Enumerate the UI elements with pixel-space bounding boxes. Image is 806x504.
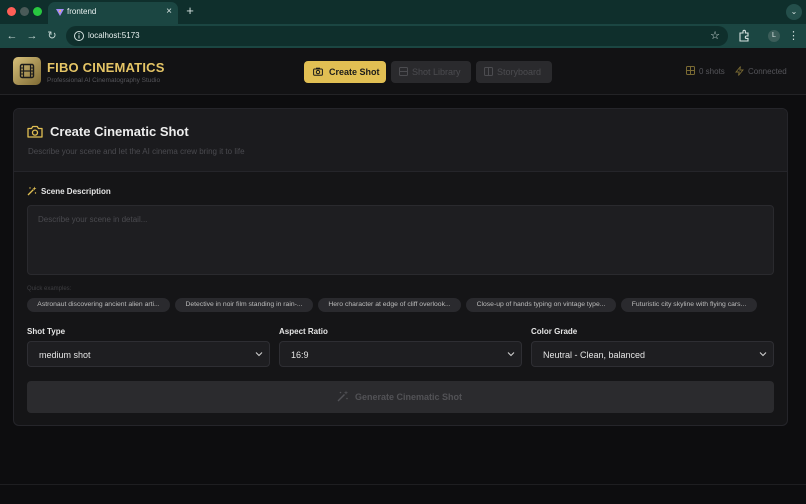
create-shot-label: Create Shot	[329, 67, 380, 77]
aspect-ratio-label: Aspect Ratio	[279, 327, 328, 336]
example-chip[interactable]: Futuristic city skyline with flying cars…	[621, 298, 757, 312]
magic-wand-icon	[337, 390, 349, 402]
chevron-down-icon	[507, 352, 515, 357]
create-shot-button[interactable]: Create Shot	[304, 61, 386, 83]
film-icon	[19, 63, 35, 79]
browser-tab[interactable]: frontend ×	[48, 2, 178, 24]
url-text: localhost:5173	[88, 31, 140, 40]
storyboard-icon	[484, 67, 493, 76]
brand-title: FIBO CINEMATICS	[47, 60, 165, 75]
browser-toolbar: ← → ↻ localhost:5173 ☆ L ⋮	[0, 24, 806, 48]
generate-shot-button[interactable]: Generate Cinematic Shot	[27, 381, 774, 413]
example-chip[interactable]: Astronaut discovering ancient alien arti…	[27, 298, 170, 312]
example-chip[interactable]: Close-up of hands typing on vintage type…	[466, 298, 616, 312]
shots-count-icon	[686, 66, 695, 75]
scene-description-label: Scene Description	[41, 187, 111, 196]
library-grid-icon	[399, 67, 408, 76]
shot-type-label: Shot Type	[27, 327, 66, 336]
aspect-ratio-select[interactable]: 16:9	[279, 341, 522, 367]
close-window-button[interactable]	[7, 7, 16, 16]
example-chip[interactable]: Hero character at edge of cliff overlook…	[318, 298, 461, 312]
card-header: Create Cinematic Shot Describe your scen…	[14, 109, 787, 172]
color-grade-select[interactable]: Neutral - Clean, balanced	[531, 341, 774, 367]
color-grade-value: Neutral - Clean, balanced	[543, 350, 646, 360]
connection-status: Connected	[748, 67, 787, 76]
shot-type-value: medium shot	[39, 350, 91, 360]
back-arrow-icon[interactable]: ←	[5, 29, 19, 43]
lightning-icon	[735, 66, 744, 76]
bookmark-star-icon[interactable]: ☆	[710, 29, 720, 43]
app-header: FIBO CINEMATICS Professional AI Cinemato…	[0, 48, 806, 95]
maximize-window-button[interactable]	[33, 7, 42, 16]
site-info-icon[interactable]	[73, 30, 85, 42]
shot-type-select[interactable]: medium shot	[27, 341, 270, 367]
shots-count: 0 shots	[699, 67, 725, 76]
scene-description-placeholder: Describe your scene in detail...	[38, 215, 148, 224]
color-grade-label: Color Grade	[531, 327, 578, 336]
camera-icon	[27, 125, 43, 138]
browser-menu-icon[interactable]: ⋮	[788, 29, 799, 43]
tab-title: frontend	[67, 7, 97, 16]
brand-tagline: Professional AI Cinematography Studio	[47, 77, 161, 84]
tab-search-chevron-icon[interactable]: ⌄	[786, 4, 802, 20]
forward-arrow-icon[interactable]: →	[25, 29, 39, 43]
tab-close-icon[interactable]: ×	[166, 5, 172, 19]
app-logo	[13, 57, 41, 85]
generate-shot-label: Generate Cinematic Shot	[355, 392, 463, 402]
new-tab-icon[interactable]: +	[184, 3, 196, 19]
storyboard-button[interactable]: Storyboard	[476, 61, 552, 83]
page-divider	[0, 484, 806, 485]
scene-description-textarea[interactable]: Describe your scene in detail...	[27, 205, 774, 275]
chevron-down-icon	[255, 352, 263, 357]
shot-library-label: Shot Library	[412, 67, 461, 77]
card-subtitle: Describe your scene and let the AI cinem…	[28, 147, 245, 156]
aspect-ratio-value: 16:9	[291, 350, 309, 360]
magic-wand-icon	[27, 186, 37, 196]
reload-icon[interactable]: ↻	[45, 29, 59, 43]
minimize-window-button[interactable]	[20, 7, 29, 16]
example-chip[interactable]: Detective in noir film standing in rain-…	[175, 298, 313, 312]
chevron-down-icon	[759, 352, 767, 357]
profile-avatar[interactable]: L	[768, 30, 780, 42]
camera-icon	[313, 67, 323, 76]
card-title: Create Cinematic Shot	[50, 124, 189, 139]
quick-examples-label: Quick examples:	[27, 286, 72, 292]
storyboard-label: Storyboard	[497, 67, 542, 77]
extensions-puzzle-icon[interactable]	[737, 29, 751, 43]
create-shot-card: Create Cinematic Shot Describe your scen…	[13, 108, 788, 426]
address-bar[interactable]: localhost:5173 ☆	[66, 26, 728, 46]
shot-library-button[interactable]: Shot Library	[391, 61, 471, 83]
browser-tab-bar: frontend × + ⌄	[0, 0, 806, 24]
vite-favicon-icon	[56, 9, 64, 16]
